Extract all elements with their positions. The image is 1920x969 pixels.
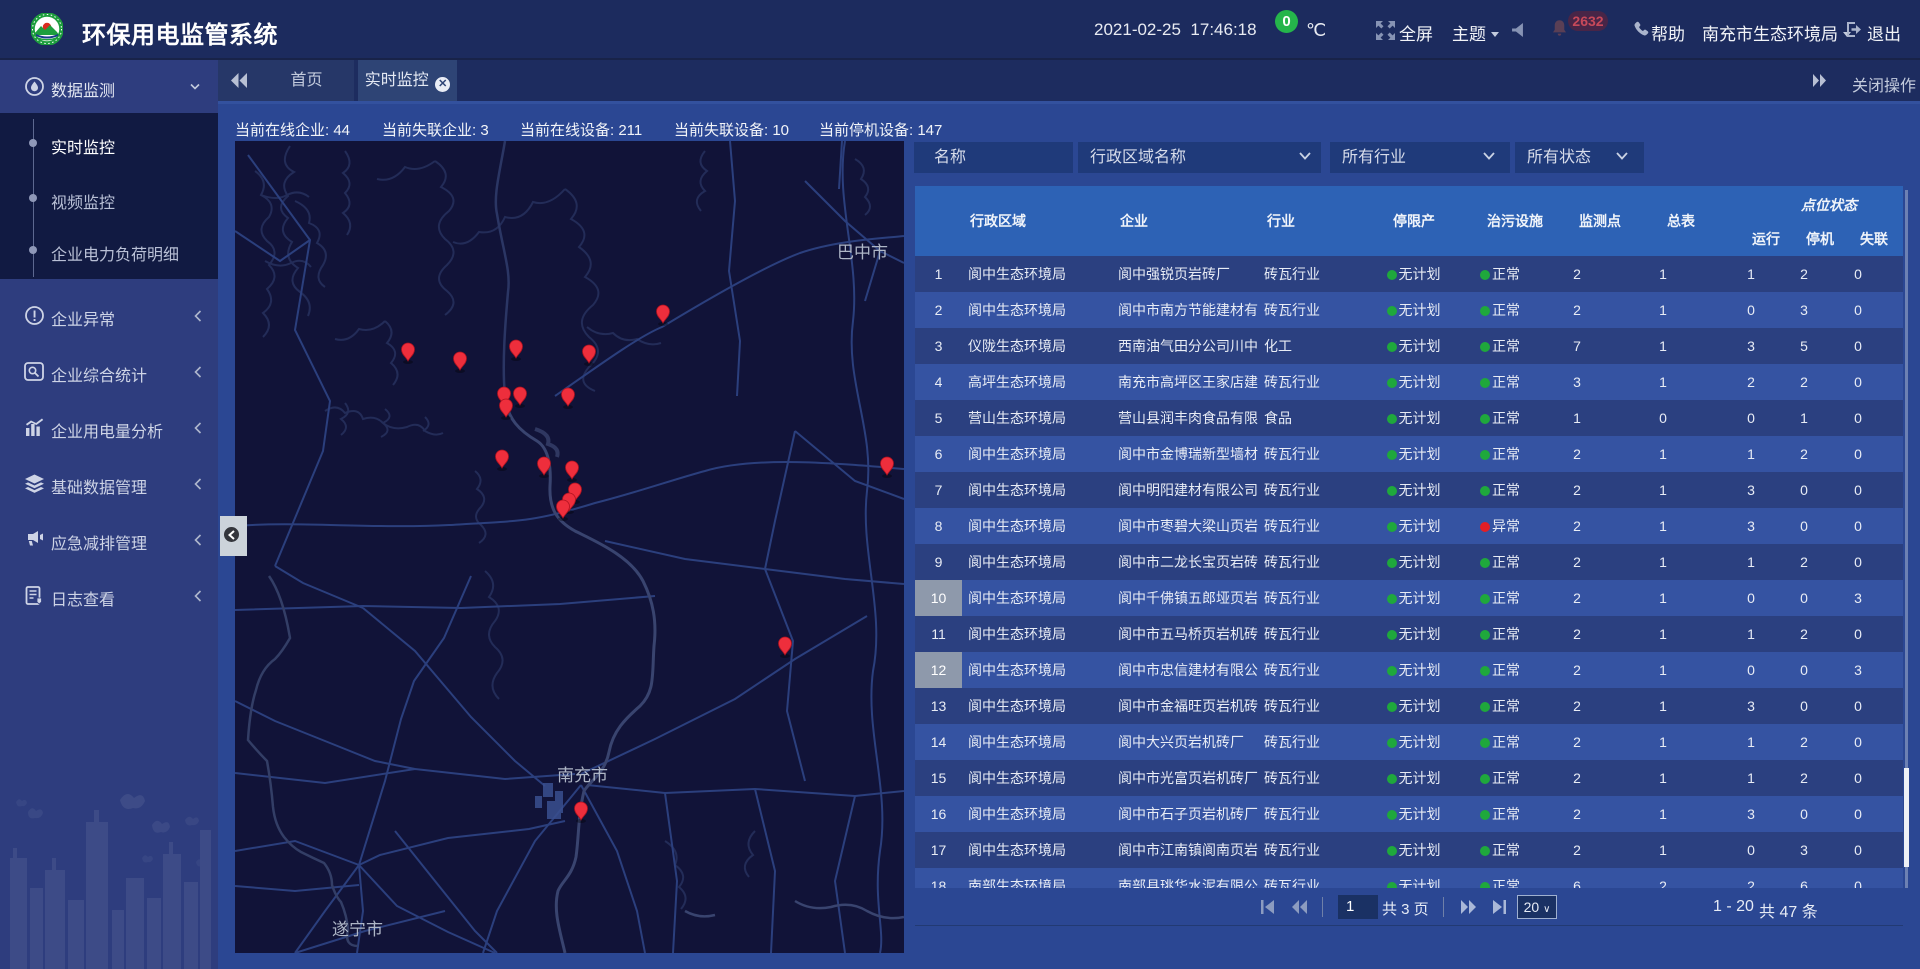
svg-text:巴中市: 巴中市 [837, 243, 888, 262]
svg-text:南充市: 南充市 [557, 766, 608, 785]
svg-text:遂宁市: 遂宁市 [332, 920, 383, 939]
